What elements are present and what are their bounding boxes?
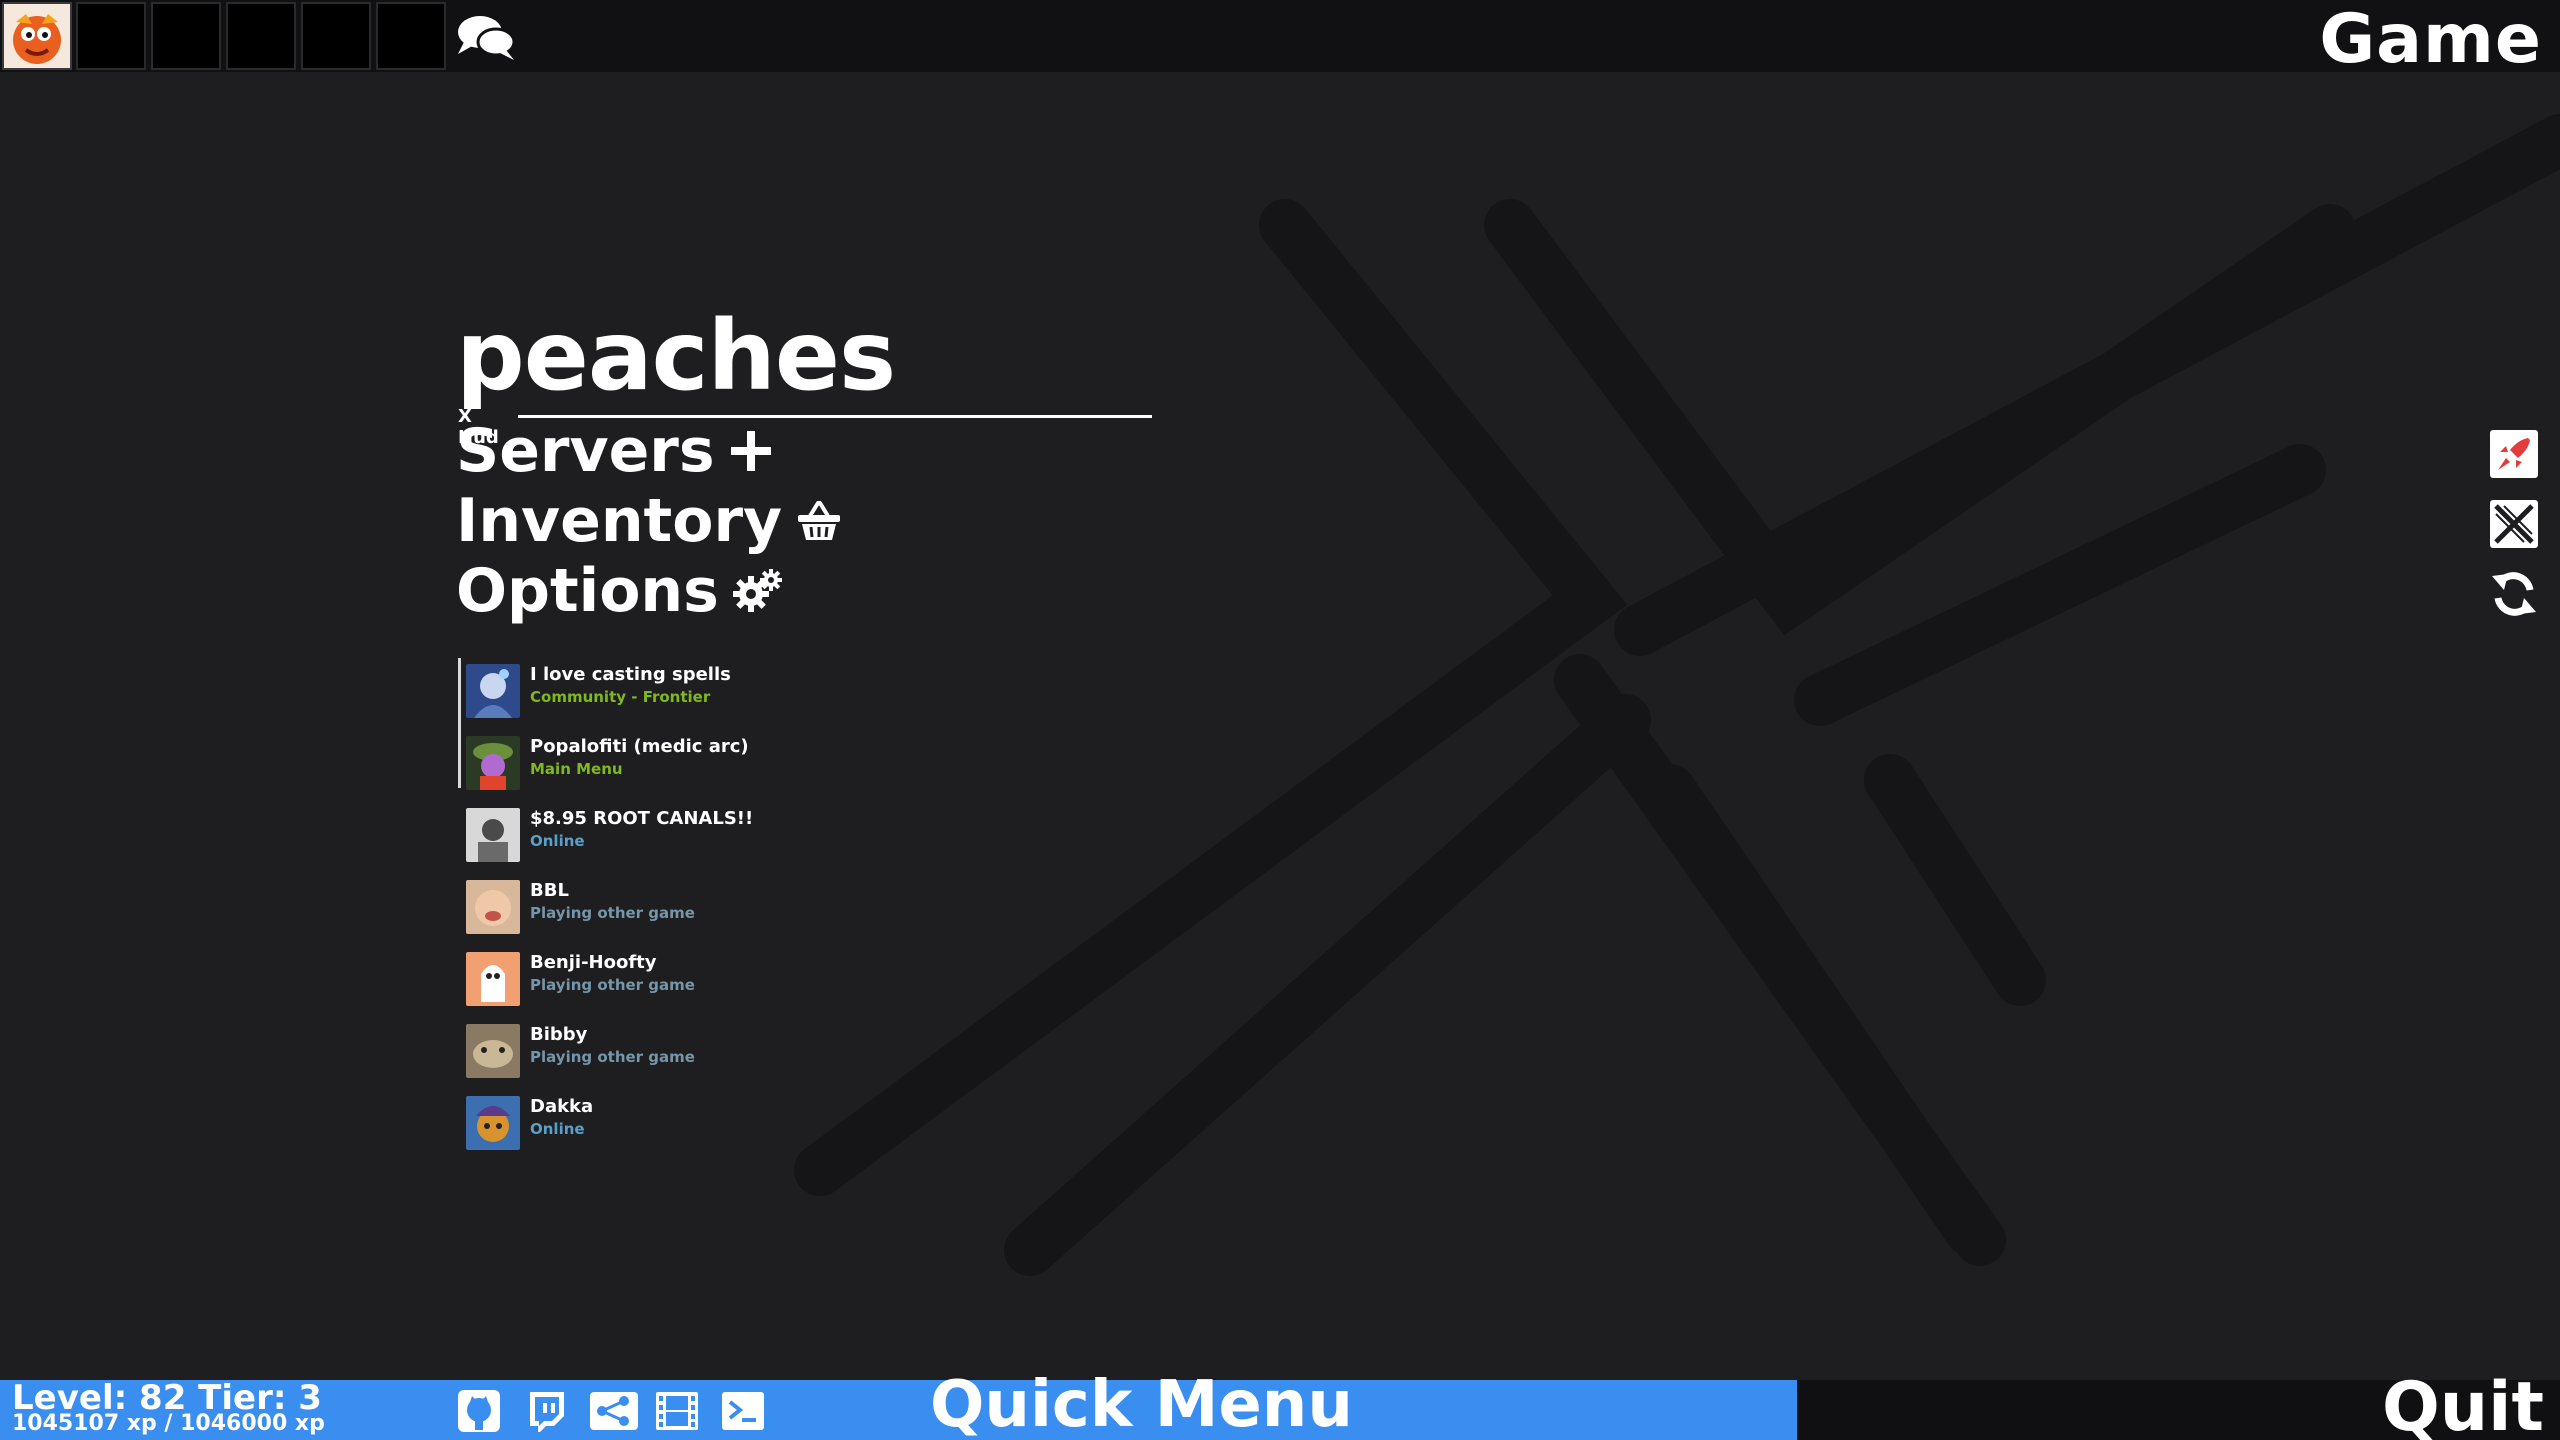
friend-status: Online <box>530 1120 585 1138</box>
friend-status: Main Menu <box>530 760 623 778</box>
quick-menu-button[interactable]: Quick Menu <box>930 1368 1353 1440</box>
friend-status: Playing other game <box>530 1048 695 1066</box>
party-slot-empty[interactable] <box>376 2 446 70</box>
rocket-icon[interactable] <box>2488 428 2540 480</box>
basket-icon <box>798 501 841 540</box>
friend-avatar <box>466 880 520 934</box>
friend-status: Online <box>530 832 585 850</box>
friend-name: I love casting spells <box>530 664 731 685</box>
party-slot-empty[interactable] <box>226 2 296 70</box>
party-slot-me[interactable] <box>2 2 72 70</box>
party-slot-empty[interactable] <box>301 2 371 70</box>
player-avatar <box>4 4 70 68</box>
friend-avatar <box>466 952 520 1006</box>
friend-name: BBL <box>530 880 569 901</box>
x-logo-icon[interactable] <box>2488 498 2540 550</box>
gears-icon <box>732 569 782 612</box>
party-slot-empty[interactable] <box>76 2 146 70</box>
friend-item[interactable]: Bibby Playing other game <box>466 1020 786 1078</box>
friend-item[interactable]: I love casting spells Community - Fronti… <box>466 660 786 718</box>
share-icon[interactable] <box>588 1388 638 1434</box>
friend-name: Benji-Hoofty <box>530 952 657 973</box>
plus-icon <box>730 431 771 471</box>
xp-text: 1045107 xp / 1046000 xp <box>12 1411 325 1436</box>
github-icon[interactable] <box>456 1388 502 1434</box>
friend-item[interactable]: $8.95 ROOT CANALS!! Online <box>466 804 786 862</box>
player-name: peaches <box>456 300 896 412</box>
inventory-button[interactable]: Inventory <box>456 486 842 556</box>
film-icon[interactable] <box>654 1388 700 1434</box>
friend-item[interactable]: Popalofiti (medic arc) Main Menu <box>466 732 786 790</box>
terminal-icon[interactable] <box>720 1388 766 1434</box>
friend-name: Bibby <box>530 1024 588 1045</box>
friend-group-indicator <box>458 658 461 788</box>
party-slot-empty[interactable] <box>151 2 221 70</box>
friend-item[interactable]: Dakka Online <box>466 1092 786 1150</box>
options-label: Options <box>456 556 719 626</box>
friend-item[interactable]: Benji-Hoofty Playing other game <box>466 948 786 1006</box>
friend-avatar <box>466 808 520 862</box>
options-button[interactable]: Options <box>456 556 783 626</box>
chat-bubbles-icon[interactable] <box>454 12 518 62</box>
friend-status: Community - Frontier <box>530 688 711 706</box>
game-title: Game <box>2319 0 2542 79</box>
main-menu-screen: Game peaches X Hud Servers Inventory Opt… <box>0 0 2560 1440</box>
friend-avatar <box>466 736 520 790</box>
servers-label: Servers <box>456 416 715 486</box>
friend-avatar <box>466 1024 520 1078</box>
servers-button[interactable]: Servers <box>456 416 773 486</box>
twitch-icon[interactable] <box>522 1388 568 1434</box>
quit-button[interactable]: Quit <box>2382 1368 2544 1440</box>
friend-status: Playing other game <box>530 976 695 994</box>
friend-name: $8.95 ROOT CANALS!! <box>530 808 754 829</box>
friend-item[interactable]: BBL Playing other game <box>466 876 786 934</box>
friend-avatar <box>466 1096 520 1150</box>
background-x-logo <box>794 114 2560 1276</box>
friend-avatar <box>466 664 520 718</box>
friend-status: Playing other game <box>530 904 695 922</box>
friend-name: Dakka <box>530 1096 594 1117</box>
friend-name: Popalofiti (medic arc) <box>530 736 749 757</box>
refresh-icon[interactable] <box>2488 568 2540 620</box>
inventory-label: Inventory <box>456 486 783 556</box>
